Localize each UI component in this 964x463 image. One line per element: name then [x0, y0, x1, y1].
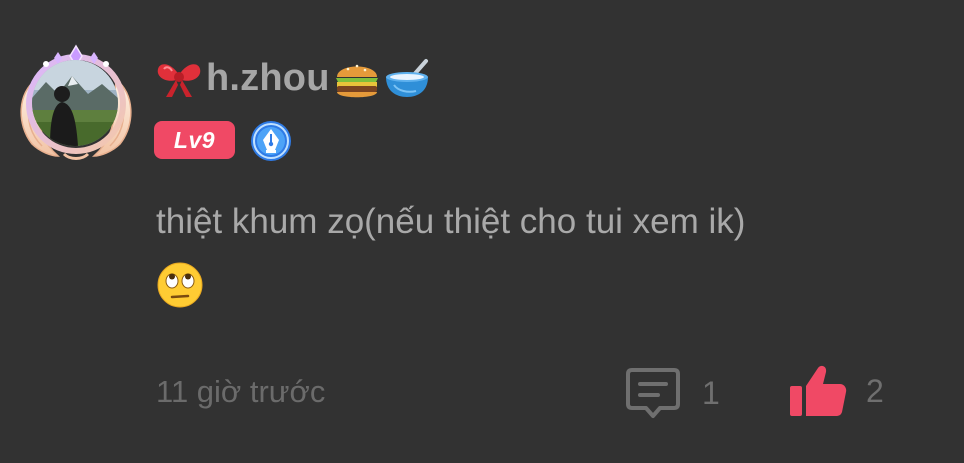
comment-item: h.zhou Lv9 thiệt khum zọ(nếu thiệt cho t… — [0, 0, 964, 463]
level-badge: Lv9 — [154, 121, 235, 159]
avatar-photo — [32, 60, 118, 146]
thumbs-up-icon — [790, 365, 847, 416]
fountain-pen-nib-badge-icon — [251, 121, 291, 161]
hamburger-emoji — [335, 64, 378, 98]
red-ribbon-bow-emoji — [157, 64, 201, 97]
bowl-with-spoon-emoji — [385, 59, 428, 97]
like-count: 2 — [866, 372, 884, 409]
reply-button[interactable]: 1 — [624, 364, 720, 422]
username-text: h.zhou — [206, 56, 330, 99]
comment-text: thiệt khum zọ(nếu thiệt cho tui xem ik) — [156, 202, 746, 241]
like-button[interactable]: 2 — [786, 360, 884, 422]
face-with-rolling-eyes-emoji — [157, 262, 203, 308]
comment-bubble-icon — [626, 368, 680, 418]
username[interactable]: h.zhou — [154, 52, 432, 104]
reply-count: 1 — [702, 374, 720, 411]
avatar[interactable] — [14, 40, 138, 164]
timestamp: 11 giờ trước — [156, 374, 326, 409]
